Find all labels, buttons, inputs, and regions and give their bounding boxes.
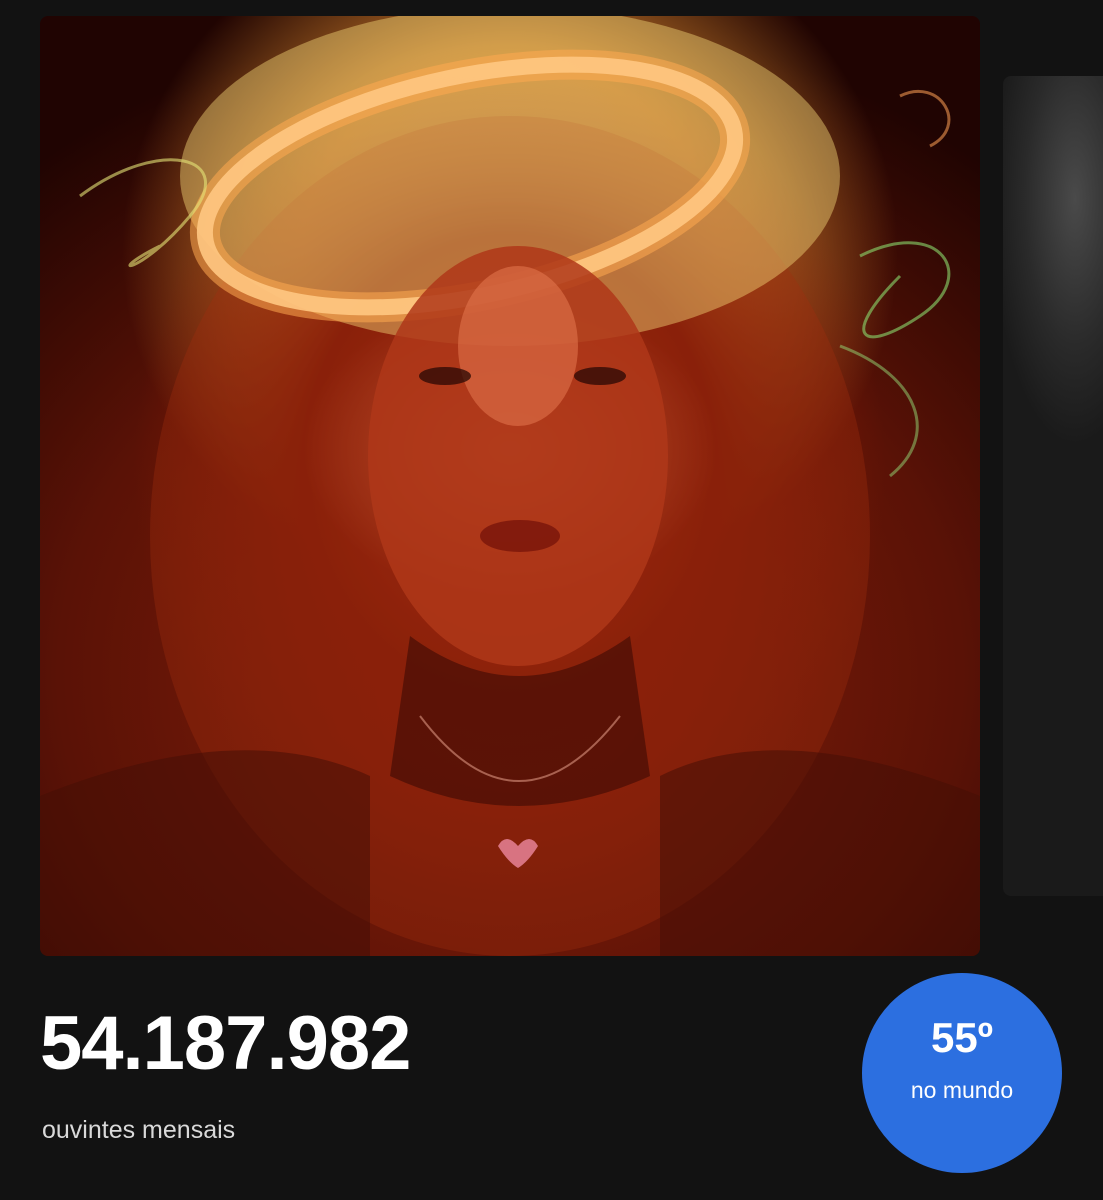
world-rank-label: no mundo — [910, 1077, 1014, 1103]
monthly-listeners-count: 54.187.982 — [40, 1001, 411, 1086]
artist-photo[interactable] — [40, 16, 980, 956]
artist-photo-art — [40, 16, 980, 956]
world-rank-value: 55º — [930, 1014, 994, 1061]
world-rank-badge: 55º no mundo — [862, 973, 1062, 1173]
next-card-preview[interactable] — [1003, 76, 1103, 896]
monthly-listeners-label: ouvintes mensais — [42, 1116, 236, 1144]
artist-stats-screen: 54.187.982 ouvintes mensais 55º no mundo — [0, 0, 1103, 1200]
